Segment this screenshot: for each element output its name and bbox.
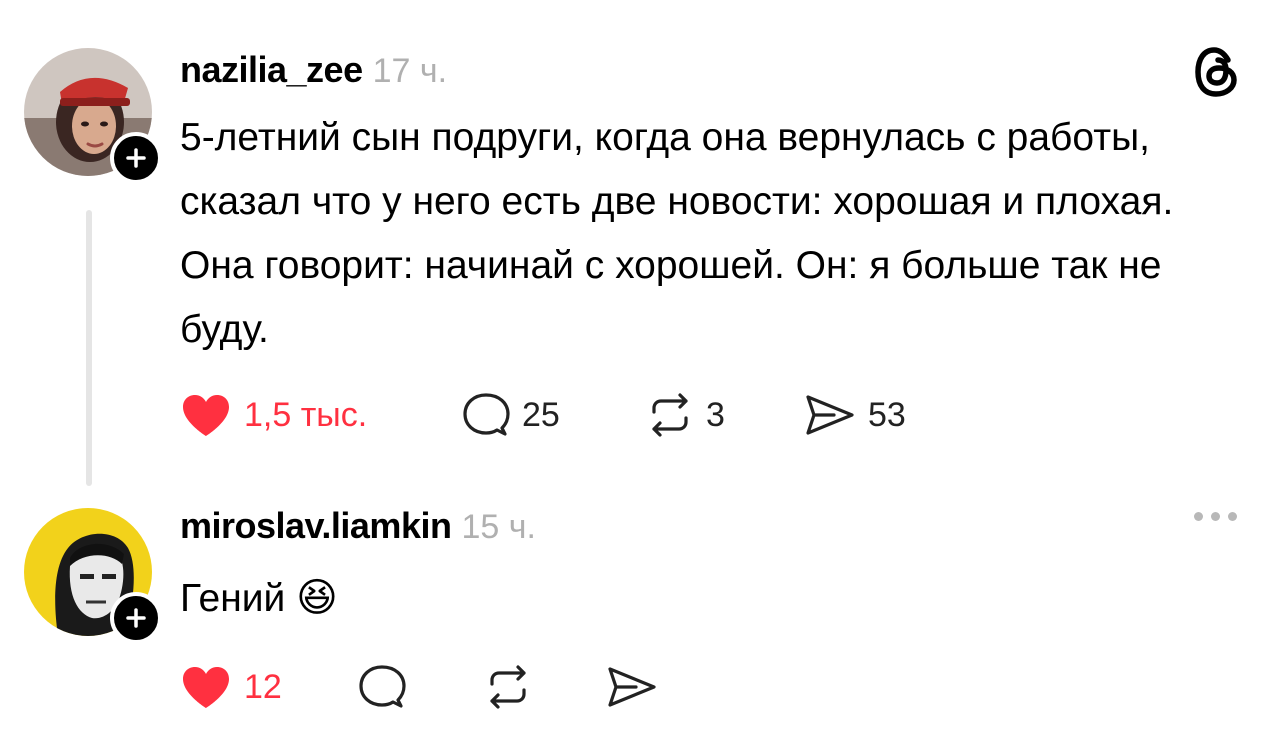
emoji: 😆: [296, 576, 338, 620]
post-text-content: Гений: [180, 577, 286, 620]
post-header: miroslav.liamkin 15 ч.: [180, 505, 536, 546]
like-count: 1,5 тыс.: [244, 396, 368, 434]
share-count: 53: [868, 396, 906, 434]
comment-count: 25: [522, 396, 560, 434]
follow-button[interactable]: [110, 592, 162, 644]
plus-icon: [126, 608, 146, 628]
username[interactable]: miroslav.liamkin: [180, 505, 452, 546]
post-text: Гений 😆: [180, 566, 1180, 631]
username[interactable]: nazilia_zee: [180, 49, 363, 90]
heart-icon: [183, 667, 229, 708]
heart-icon: [183, 395, 229, 436]
comment-button[interactable]: 25: [462, 392, 560, 438]
comment-button[interactable]: [358, 664, 406, 710]
send-icon: [806, 395, 854, 435]
comment-bubble-icon: [359, 665, 406, 708]
like-button[interactable]: 1,5 тыс.: [180, 392, 367, 438]
comment-bubble-icon: [463, 393, 510, 436]
repost-button[interactable]: 3: [646, 392, 725, 438]
more-horizontal-icon: [1194, 512, 1203, 521]
repost-icon: [490, 665, 526, 709]
repost-icon: [652, 393, 688, 437]
like-count: 12: [244, 668, 282, 706]
share-button[interactable]: 53: [804, 392, 906, 438]
post-text: 5-летний сын подруги, когда она вернулас…: [180, 116, 1174, 351]
more-options-button[interactable]: [1194, 512, 1237, 521]
repost-count: 3: [706, 396, 725, 434]
send-icon: [608, 667, 656, 707]
repost-button[interactable]: [484, 664, 532, 710]
threads-logo-icon[interactable]: [1194, 46, 1240, 103]
share-button[interactable]: [606, 664, 658, 710]
post-time: 17 ч.: [372, 52, 448, 90]
post-header: nazilia_zee 17 ч.: [180, 49, 448, 90]
post-time: 15 ч.: [461, 508, 536, 546]
follow-button[interactable]: [110, 132, 162, 184]
like-button[interactable]: 12: [180, 664, 282, 710]
thread-line: [86, 210, 92, 486]
plus-icon: [126, 148, 146, 168]
